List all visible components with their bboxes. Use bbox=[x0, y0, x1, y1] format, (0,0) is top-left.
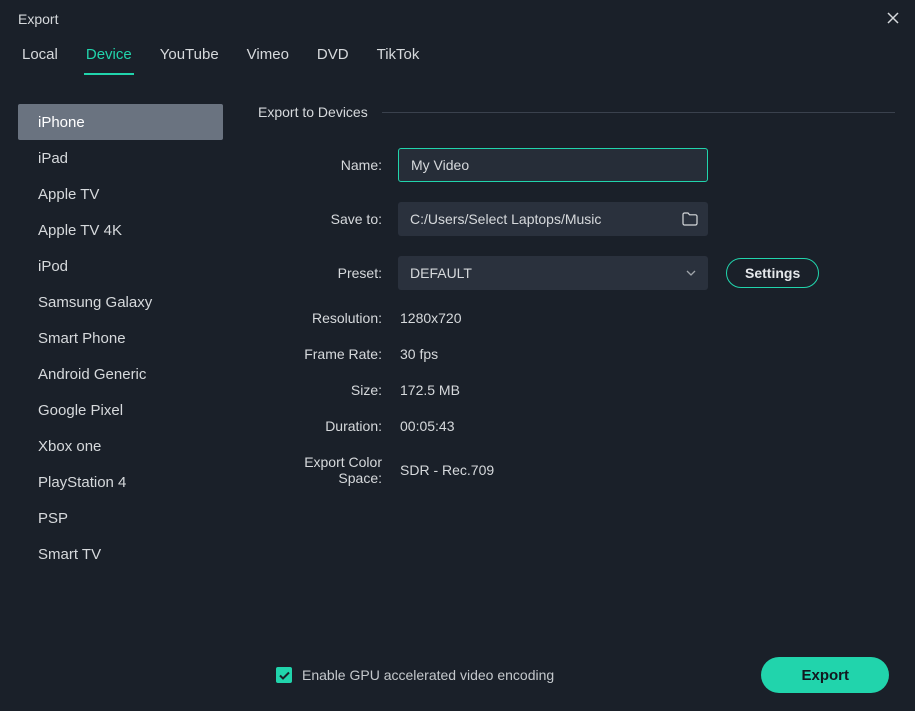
saveto-label: Save to: bbox=[258, 211, 398, 227]
saveto-value: C:/Users/Select Laptops/Music bbox=[410, 211, 601, 227]
window-title: Export bbox=[18, 11, 58, 27]
preset-select[interactable]: DEFAULT bbox=[398, 256, 708, 290]
resolution-value: 1280x720 bbox=[398, 310, 462, 326]
footer: Enable GPU accelerated video encoding Ex… bbox=[0, 657, 915, 693]
device-sidebar: iPhone iPad Apple TV Apple TV 4K iPod Sa… bbox=[0, 76, 210, 711]
titlebar: Export bbox=[0, 0, 915, 34]
framerate-value: 30 fps bbox=[398, 346, 438, 362]
sidebar-item-apple-tv[interactable]: Apple TV bbox=[18, 176, 210, 212]
sidebar-item-samsung-galaxy[interactable]: Samsung Galaxy bbox=[18, 284, 210, 320]
tab-youtube[interactable]: YouTube bbox=[158, 40, 221, 75]
tab-local[interactable]: Local bbox=[20, 40, 60, 75]
sidebar-item-android-generic[interactable]: Android Generic bbox=[18, 356, 210, 392]
sidebar-item-smart-tv[interactable]: Smart TV bbox=[18, 536, 210, 572]
tab-vimeo[interactable]: Vimeo bbox=[245, 40, 291, 75]
preset-value: DEFAULT bbox=[410, 265, 472, 281]
tab-device[interactable]: Device bbox=[84, 40, 134, 75]
gpu-encoding-checkbox[interactable]: Enable GPU accelerated video encoding bbox=[276, 667, 554, 683]
sidebar-item-smart-phone[interactable]: Smart Phone bbox=[18, 320, 210, 356]
gpu-encoding-label: Enable GPU accelerated video encoding bbox=[302, 667, 554, 683]
export-button[interactable]: Export bbox=[761, 657, 889, 693]
sidebar-item-psp[interactable]: PSP bbox=[18, 500, 210, 536]
colorspace-value: SDR - Rec.709 bbox=[398, 462, 494, 478]
sidebar-item-ipod[interactable]: iPod bbox=[18, 248, 210, 284]
saveto-path[interactable]: C:/Users/Select Laptops/Music bbox=[398, 202, 708, 236]
sidebar-item-playstation-4[interactable]: PlayStation 4 bbox=[18, 464, 210, 500]
sidebar-item-google-pixel[interactable]: Google Pixel bbox=[18, 392, 210, 428]
divider bbox=[382, 112, 895, 113]
tab-dvd[interactable]: DVD bbox=[315, 40, 351, 75]
export-settings-panel: Export to Devices Name: Save to: C:/User… bbox=[210, 76, 915, 711]
colorspace-label: Export Color Space: bbox=[258, 454, 398, 486]
settings-button[interactable]: Settings bbox=[726, 258, 819, 288]
size-value: 172.5 MB bbox=[398, 382, 460, 398]
framerate-label: Frame Rate: bbox=[258, 346, 398, 362]
resolution-label: Resolution: bbox=[258, 310, 398, 326]
name-input[interactable] bbox=[398, 148, 708, 182]
tab-tiktok[interactable]: TikTok bbox=[375, 40, 422, 75]
export-tabs: Local Device YouTube Vimeo DVD TikTok bbox=[0, 34, 915, 76]
sidebar-item-iphone[interactable]: iPhone bbox=[18, 104, 223, 140]
checkmark-icon bbox=[279, 671, 290, 680]
name-label: Name: bbox=[258, 157, 398, 173]
sidebar-item-ipad[interactable]: iPad bbox=[18, 140, 210, 176]
preset-label: Preset: bbox=[258, 265, 398, 281]
sidebar-item-xbox-one[interactable]: Xbox one bbox=[18, 428, 210, 464]
duration-value: 00:05:43 bbox=[398, 418, 455, 434]
section-title: Export to Devices bbox=[258, 104, 382, 120]
size-label: Size: bbox=[258, 382, 398, 398]
sidebar-item-apple-tv-4k[interactable]: Apple TV 4K bbox=[18, 212, 210, 248]
duration-label: Duration: bbox=[258, 418, 398, 434]
checkbox-box bbox=[276, 667, 292, 683]
close-icon[interactable] bbox=[885, 10, 901, 29]
